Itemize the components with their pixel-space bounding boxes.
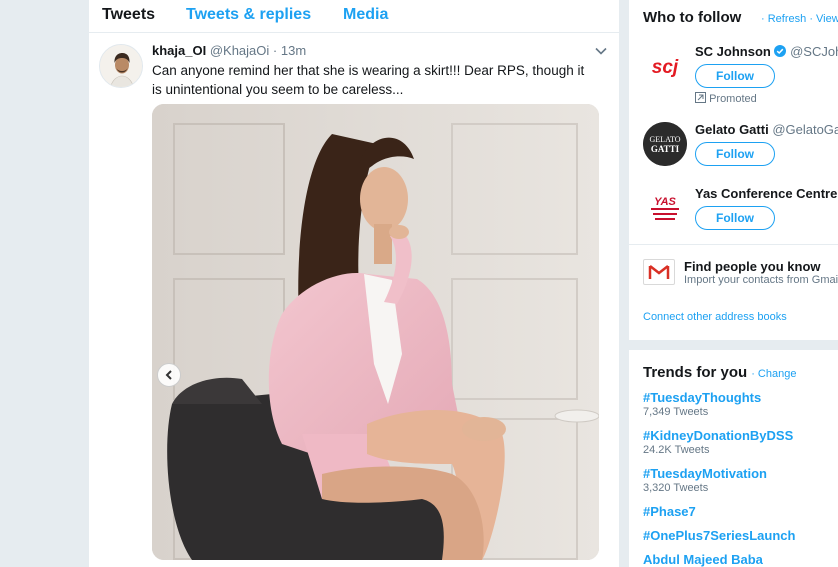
trend-tag[interactable]: #OnePlus7SeriesLaunch	[643, 528, 795, 543]
trend-item[interactable]: #KidneyDonationByDSS 24.2K Tweets	[643, 428, 793, 456]
separator-dot: ·	[272, 43, 278, 58]
svg-text:GELATO: GELATO	[650, 135, 681, 144]
trend-tag[interactable]: #Phase7	[643, 504, 696, 519]
trends-module: Trends for you · Change #TuesdayThoughts …	[629, 350, 838, 567]
trend-count: 3,320 Tweets	[643, 482, 709, 494]
follow-button[interactable]: Follow	[695, 64, 775, 88]
trend-item[interactable]: Abdul Majeed Baba	[643, 552, 763, 567]
trends-title-text: Trends for you	[643, 364, 748, 381]
trend-tag[interactable]: Abdul Majeed Baba	[643, 552, 763, 567]
verified-badge-icon	[774, 45, 787, 57]
svg-text:GATTI: GATTI	[651, 144, 680, 154]
tweet-author-name[interactable]: khaja_OI	[152, 43, 206, 58]
suggestion-name[interactable]: SC Johnson @SCJohns	[695, 44, 838, 59]
trend-tag[interactable]: #TuesdayThoughts	[643, 390, 761, 405]
account-name[interactable]: Yas Conference Centre	[695, 186, 837, 201]
gmail-icon[interactable]	[643, 259, 675, 285]
account-handle[interactable]: @GelatoGat	[772, 122, 838, 137]
change-link[interactable]: · Change	[751, 368, 796, 380]
tab-tweets-and-replies[interactable]: Tweets & replies	[186, 6, 311, 24]
trend-item[interactable]: #Phase7	[643, 504, 696, 519]
who-to-follow-title: Who to follow	[643, 9, 742, 26]
follow-button[interactable]: Follow	[695, 142, 775, 166]
chevron-down-icon[interactable]	[594, 44, 608, 58]
gelato-gatti-logo[interactable]: GELATO GATTI	[643, 122, 687, 166]
twitter-profile-page: Tweets Tweets & replies Media khaja_OI @…	[0, 0, 838, 567]
trend-tag[interactable]: #TuesdayMotivation	[643, 466, 767, 481]
trend-tag[interactable]: #KidneyDonationByDSS	[643, 428, 793, 443]
trend-count: 24.2K Tweets	[643, 444, 710, 456]
chevron-left-icon	[165, 370, 172, 380]
trend-item[interactable]: #TuesdayMotivation 3,320 Tweets	[643, 466, 767, 494]
trend-count: 7,349 Tweets	[643, 406, 709, 418]
scj-logo[interactable]: scj	[643, 44, 687, 88]
avatar[interactable]	[99, 44, 143, 88]
promoted-icon	[695, 92, 706, 103]
who-to-follow-links: · Refresh · View all	[761, 13, 838, 25]
suggestion-name[interactable]: Gelato Gatti @GelatoGat	[695, 122, 838, 137]
trend-item[interactable]: #TuesdayThoughts 7,349 Tweets	[643, 390, 761, 418]
tab-tweets[interactable]: Tweets	[102, 6, 155, 24]
tweet[interactable]: khaja_OI @KhajaOi · 13m Can anyone remin…	[89, 34, 619, 567]
yas-logo[interactable]: YAS	[643, 186, 687, 230]
account-name[interactable]: Gelato Gatti	[695, 122, 769, 137]
find-people-title[interactable]: Find people you know	[684, 259, 821, 274]
promoted-text: Promoted	[709, 93, 757, 105]
svg-text:YAS: YAS	[654, 196, 676, 208]
find-people-subtitle[interactable]: Import your contacts from Gmail	[684, 274, 838, 286]
profile-tabs: Tweets Tweets & replies Media	[89, 0, 619, 33]
trend-item[interactable]: #OnePlus7SeriesLaunch	[643, 528, 795, 543]
who-to-follow-module: Who to follow · Refresh · View all scj S…	[629, 0, 838, 340]
tweet-author-handle[interactable]: @KhajaOi	[210, 43, 269, 58]
account-handle[interactable]: @SCJohns	[790, 44, 838, 59]
suggestion-name[interactable]: Yas Conference Centre @	[695, 186, 838, 201]
tweet-photo[interactable]	[152, 104, 599, 560]
connect-address-books-link[interactable]: Connect other address books	[643, 311, 787, 323]
follow-button[interactable]: Follow	[695, 206, 775, 230]
carousel-prev-button[interactable]	[157, 363, 181, 387]
divider	[629, 244, 838, 245]
tweet-text: Can anyone remind her that she is wearin…	[152, 63, 585, 97]
tweet-timestamp[interactable]: 13m	[281, 43, 306, 58]
timeline-column: Tweets Tweets & replies Media khaja_OI @…	[89, 0, 619, 567]
view-all-link[interactable]: · View all	[809, 13, 838, 25]
promoted-label: Promoted	[695, 92, 757, 105]
svg-text:scj: scj	[652, 57, 679, 78]
tweet-header: khaja_OI @KhajaOi · 13m	[152, 43, 306, 58]
trends-title: Trends for you · Change	[643, 364, 796, 381]
account-name[interactable]: SC Johnson	[695, 44, 771, 59]
refresh-link[interactable]: · Refresh	[761, 13, 806, 25]
tab-media[interactable]: Media	[343, 6, 388, 24]
